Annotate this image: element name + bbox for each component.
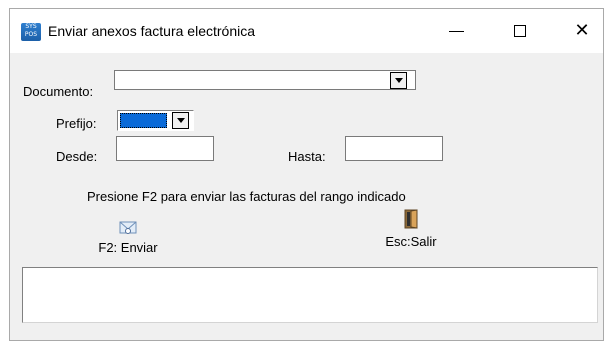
close-icon: ✕ [574,20,590,41]
minimize-button[interactable] [433,9,479,53]
maximize-button[interactable] [497,9,543,53]
documento-combobox[interactable] [114,70,416,90]
instruction-text: Presione F2 para enviar las facturas del… [87,189,406,204]
mail-icon [119,221,137,234]
prefijo-selected-value [120,113,167,128]
close-button[interactable]: ✕ [559,9,605,53]
send-button[interactable]: F2: Enviar [83,220,173,255]
window-title: Enviar anexos factura electrónica [48,23,255,39]
hasta-field[interactable] [345,136,443,161]
prefijo-dropdown-button[interactable] [172,112,189,129]
documento-dropdown-button[interactable] [390,72,407,89]
log-area[interactable] [22,267,598,323]
exit-label: Esc:Salir [385,234,437,249]
app-logo-icon: SYS POS [21,23,41,41]
chevron-down-icon [394,78,403,83]
dialog-window: SYS POS Enviar anexos factura electrónica… [9,8,604,341]
minimize-icon [448,30,464,32]
desde-label: Desde: [56,149,98,164]
maximize-icon [514,25,526,37]
chevron-down-icon [176,118,185,123]
documento-label: Documento: [23,84,94,99]
exit-button[interactable]: Esc:Salir [371,209,451,249]
prefijo-label: Prefijo: [56,116,97,131]
title-bar[interactable]: SYS POS Enviar anexos factura electrónica… [10,9,603,53]
send-label: F2: Enviar [98,240,158,255]
door-exit-icon [404,209,418,229]
desde-field[interactable] [116,136,214,161]
hasta-label: Hasta: [288,149,326,164]
